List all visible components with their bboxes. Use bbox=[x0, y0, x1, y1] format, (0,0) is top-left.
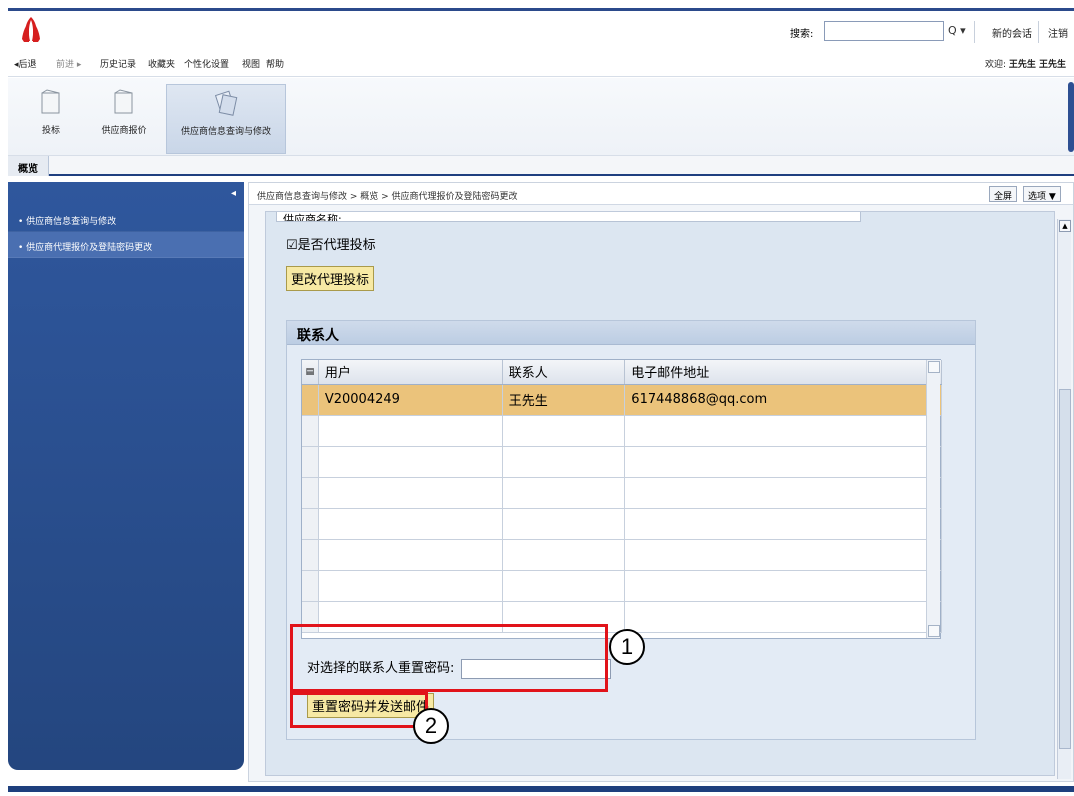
left-navigation: ◂ • 供应商信息查询与修改 • 供应商代理报价及登陆密码更改 bbox=[8, 182, 244, 770]
contacts-group: 联系人 ▤ 用户 联系人 电子邮件地址 V20004249 王先生 617448… bbox=[286, 320, 976, 740]
toolbar-edge bbox=[1068, 82, 1074, 152]
back-button[interactable]: ◂后退 bbox=[14, 57, 37, 70]
column-header-user[interactable]: 用户 bbox=[318, 360, 503, 385]
table-row[interactable] bbox=[302, 477, 942, 509]
nav-header: ◂ bbox=[8, 182, 244, 206]
welcome-user: 王先生 王先生 bbox=[1008, 60, 1066, 70]
proxy-bid-checkbox[interactable]: ☑是否代理投标 bbox=[286, 234, 376, 253]
tool-supplier-info[interactable]: 供应商信息查询与修改 bbox=[166, 84, 286, 154]
reset-password-row: 对选择的联系人重置密码: bbox=[307, 657, 611, 679]
cell-contact: 王先生 bbox=[502, 384, 626, 416]
cell-user: V20004249 bbox=[318, 384, 503, 416]
options-button[interactable]: 选项 ▼ bbox=[1023, 186, 1061, 202]
vendor-name-field: 供应商名称: bbox=[276, 212, 861, 222]
search-label: 搜索: bbox=[790, 29, 814, 40]
grid-scroll-up-icon[interactable] bbox=[928, 361, 940, 373]
change-proxy-bid-button[interactable]: 更改代理投标 bbox=[286, 266, 375, 291]
nav-item-supplier-info[interactable]: • 供应商信息查询与修改 bbox=[8, 206, 244, 232]
fullscreen-button[interactable]: 全屏 bbox=[989, 186, 1018, 202]
main-content: 供应商信息查询与修改 > 概览 > 供应商代理报价及登陆密码更改 全屏 选项 ▼… bbox=[248, 182, 1074, 782]
reset-password-label: 对选择的联系人重置密码: bbox=[307, 661, 455, 676]
vertical-scrollbar[interactable]: ▲ bbox=[1057, 219, 1071, 779]
menu-bar: ◂后退 前进 ▸ 历史记录 收藏夹 个性化设置 视图 帮助 欢迎: 王先生 王先… bbox=[8, 49, 1074, 77]
contacts-group-title: 联系人 bbox=[287, 321, 975, 345]
grid-scroll-down-icon[interactable] bbox=[928, 625, 940, 637]
tool-label: 投标 bbox=[41, 126, 60, 136]
welcome-text: 欢迎: 王先生 王先生 bbox=[985, 57, 1066, 70]
column-header-email[interactable]: 电子邮件地址 bbox=[624, 360, 942, 385]
scroll-up-icon[interactable]: ▲ bbox=[1059, 220, 1071, 232]
tool-label: 供应商信息查询与修改 bbox=[180, 127, 271, 137]
search-input[interactable] bbox=[824, 21, 944, 41]
callout-2: 2 bbox=[413, 708, 449, 744]
documents-icon bbox=[214, 90, 238, 116]
grid-scrollbar[interactable] bbox=[926, 360, 940, 638]
row-selector[interactable] bbox=[302, 384, 319, 416]
tab-overview[interactable]: 概览 bbox=[8, 156, 49, 176]
table-row[interactable]: V20004249 王先生 617448868@qq.com bbox=[302, 384, 942, 416]
welcome-prefix: 欢迎: bbox=[984, 60, 1006, 70]
cell-email: 617448868@qq.com bbox=[624, 384, 942, 416]
logout-link[interactable]: 注销 bbox=[1048, 25, 1068, 40]
reset-and-email-button[interactable]: 重置密码并发送邮件 bbox=[307, 693, 435, 718]
callout-1: 1 bbox=[609, 629, 645, 665]
tool-bidding[interactable]: 投标 bbox=[20, 84, 82, 154]
tool-supplier-quote[interactable]: 供应商报价 bbox=[88, 84, 160, 154]
menu-view[interactable]: 视图 bbox=[242, 57, 260, 70]
reset-password-input[interactable] bbox=[460, 658, 611, 679]
company-logo bbox=[22, 17, 40, 42]
table-row[interactable] bbox=[302, 446, 942, 478]
tab-row: 概览 bbox=[8, 156, 1074, 176]
bottom-border bbox=[8, 786, 1074, 792]
menu-help[interactable]: 帮助 bbox=[266, 57, 284, 70]
launch-toolbar: 投标 供应商报价 供应商信息查询与修改 bbox=[8, 78, 1074, 156]
tool-label: 供应商报价 bbox=[101, 126, 147, 136]
table-row[interactable] bbox=[302, 539, 942, 571]
contacts-grid: ▤ 用户 联系人 电子邮件地址 V20004249 王先生 617448868@… bbox=[301, 359, 942, 639]
breadcrumb: 供应商信息查询与修改 > 概览 > 供应商代理报价及登陆密码更改 bbox=[257, 192, 518, 202]
menu-history[interactable]: 历史记录 bbox=[100, 57, 136, 70]
contacts-table: ▤ 用户 联系人 电子邮件地址 V20004249 王先生 617448868@… bbox=[302, 360, 942, 633]
menu-favorites[interactable]: 收藏夹 bbox=[148, 57, 175, 70]
menu-personalize[interactable]: 个性化设置 bbox=[184, 57, 229, 70]
table-row[interactable] bbox=[302, 415, 942, 447]
form-area: 供应商名称: ☑是否代理投标 更改代理投标 联系人 ▤ 用户 联系人 电子邮件地… bbox=[265, 211, 1055, 776]
breadcrumb-bar: 供应商信息查询与修改 > 概览 > 供应商代理报价及登陆密码更改 全屏 选项 ▼ bbox=[249, 183, 1073, 205]
forward-button[interactable]: 前进 ▸ bbox=[56, 57, 81, 70]
folder-icon bbox=[114, 89, 133, 114]
divider bbox=[974, 21, 975, 43]
top-header: 搜索: Q ▾ 新的会话 注销 bbox=[8, 8, 1074, 48]
collapse-icon[interactable]: ◂ bbox=[231, 188, 236, 199]
select-all-icon[interactable]: ▤ bbox=[302, 360, 319, 385]
table-row[interactable] bbox=[302, 601, 942, 633]
nav-item-proxy-quote-password[interactable]: • 供应商代理报价及登陆密码更改 bbox=[8, 232, 244, 258]
column-header-contact[interactable]: 联系人 bbox=[502, 360, 626, 385]
scroll-thumb[interactable] bbox=[1059, 389, 1071, 749]
divider bbox=[1038, 21, 1039, 43]
folder-icon bbox=[41, 89, 60, 114]
table-row[interactable] bbox=[302, 570, 942, 602]
table-row[interactable] bbox=[302, 508, 942, 540]
search-button[interactable]: Q ▾ bbox=[948, 21, 974, 41]
new-session-link[interactable]: 新的会话 bbox=[992, 25, 1032, 40]
